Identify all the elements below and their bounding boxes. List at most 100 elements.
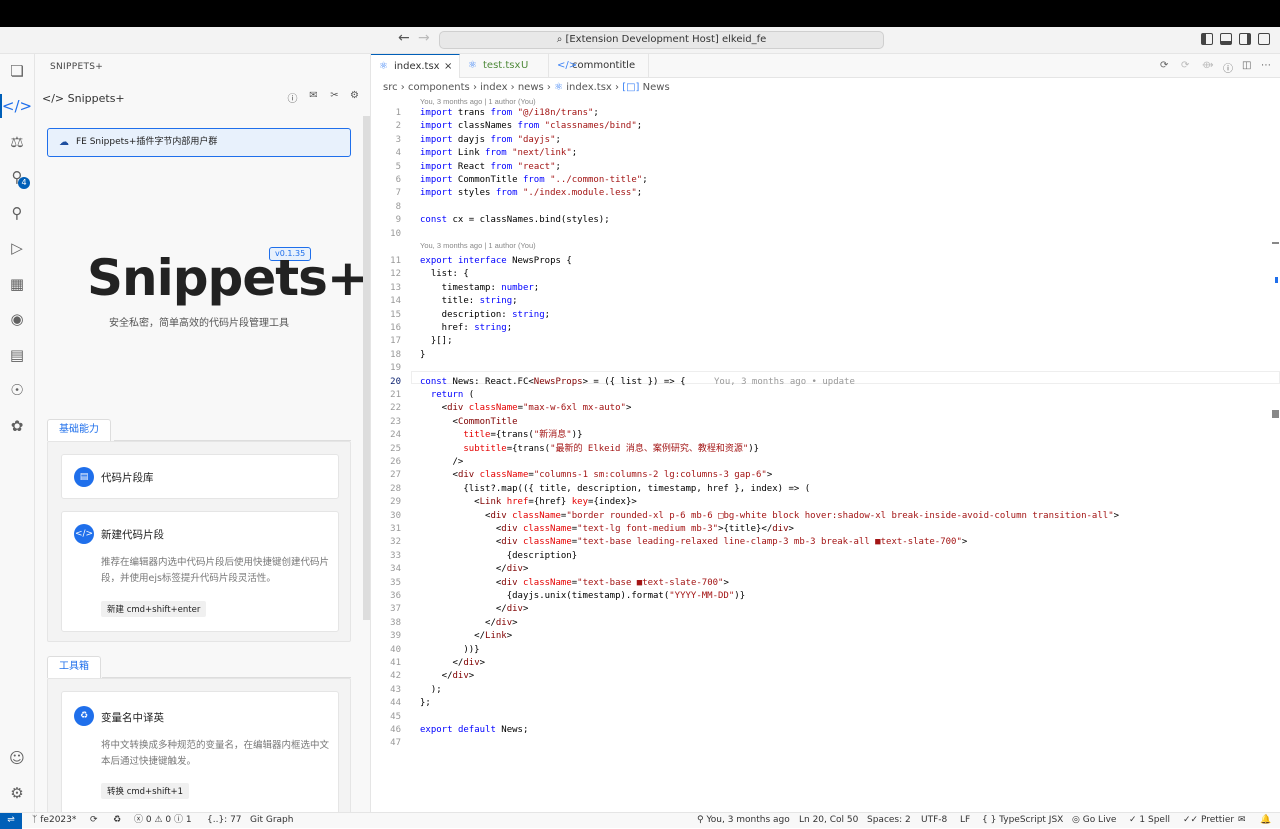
settings-gear-icon[interactable]: ⚙ [7,783,27,803]
breadcrumb-symbol[interactable]: News [643,82,670,93]
more-actions-icon[interactable]: ⋯ [1261,60,1271,71]
code-line[interactable]: 27 <div className="columns-1 sm:columns-… [371,469,1271,482]
git-compare-icon[interactable]: ♻ [113,813,121,828]
breadcrumb-components[interactable]: components [408,82,470,93]
code-line[interactable]: 23 <CommonTitle [371,416,1271,429]
git-graph-icon[interactable]: ☉ [7,380,27,400]
code-line[interactable]: 10 [371,228,1271,241]
code-line[interactable]: 24 title={trans("新消息")} [371,429,1271,442]
toggle-panel-icon[interactable] [1220,33,1232,45]
breadcrumb-file[interactable]: index.tsx [566,82,612,93]
indent-status[interactable]: Spaces: 2 [867,813,911,828]
json-status[interactable]: {..}: 77 [207,813,242,828]
code-line[interactable]: 47 [371,737,1271,750]
testing-icon[interactable]: ◉ [7,309,27,329]
code-line[interactable]: 7 import styles from "./index.module.less… [371,187,1271,200]
code-line[interactable]: 8 [371,201,1271,214]
code-line[interactable]: 45 [371,711,1271,724]
code-line[interactable]: 9 const cx = classNames.bind(styles); [371,214,1271,227]
go-live-status[interactable]: ◎ Go Live [1072,813,1116,828]
code-line[interactable]: 21 return ( [371,389,1271,402]
tab-index-tsx[interactable]: ⚛ index.tsx × [371,54,460,78]
code-line[interactable]: 11 export interface NewsProps { [371,255,1271,268]
open-changes-icon[interactable]: ⓘ [1223,60,1233,75]
breadcrumb-src[interactable]: src [383,82,398,93]
git-graph-status[interactable]: Git Graph [250,813,293,828]
user-group-banner[interactable]: ☁ FE Snippets+插件字节内部用户群 [47,128,351,157]
convert-button[interactable]: 转换 cmd+shift+1 [101,783,190,799]
code-line[interactable]: 17 }[]; [371,335,1271,348]
editor-scrollbar[interactable] [1271,97,1280,812]
eol-status[interactable]: LF [960,813,970,828]
codelens-blame[interactable]: You, 3 months ago | 1 author (You) [420,97,536,106]
forward-arrow-icon[interactable]: → [418,30,430,46]
code-line[interactable]: 28 {list?.map(({ title, description, tim… [371,483,1271,496]
code-line[interactable]: 5 import React from "react"; [371,161,1271,174]
extensions-icon[interactable]: ▦ [7,274,27,294]
new-snippet-card[interactable]: </> 新建代码片段 推荐在编辑器内选中代码片段后使用快捷键创建代码片段，并使用… [61,511,339,632]
code-line[interactable]: 4 import Link from "next/link"; [371,147,1271,160]
code-line[interactable]: 40 ))} [371,644,1271,657]
explorer-icon[interactable]: ❏ [7,61,27,81]
branch-status[interactable]: ᛉ fe2023* [32,813,76,828]
code-line[interactable]: 33 {description} [371,550,1271,563]
run-debug-icon[interactable]: ▷ [7,238,27,258]
code-line[interactable]: 46 export default News; [371,724,1271,737]
codelens-blame[interactable]: You, 3 months ago | 1 author (You) [420,241,536,250]
code-line[interactable]: 34 </div> [371,563,1271,576]
customize-layout-icon[interactable] [1258,33,1270,45]
toggle-sidebar-icon[interactable] [1201,33,1213,45]
split-editor-icon[interactable]: ◫ [1242,60,1251,71]
code-line[interactable]: 25 subtitle={trans("最新的 Elkeid 消息、案例研究、教… [371,443,1271,456]
encoding-status[interactable]: UTF-8 [921,813,947,828]
code-line[interactable]: 22 <div className="max-w-6xl mx-auto"> [371,402,1271,415]
code-line[interactable]: 20 const News: React.FC<NewsProps> = ({ l… [371,376,1271,389]
remote-indicator[interactable]: ⇌ [0,813,22,829]
variable-translate-card[interactable]: ♻ 变量名中译英 将中文转换成多种规范的变量名，在编辑器内框选中文本后通过快捷键… [61,691,339,812]
next-change-icon[interactable]: ⟴ [1202,60,1214,71]
tab-commontitle[interactable]: </> commontitle [549,54,649,78]
code-line[interactable]: 42 </div> [371,670,1271,683]
timeline-icon[interactable]: ⟳ [1160,60,1168,71]
code-line[interactable]: 37 </div> [371,603,1271,616]
language-status[interactable]: { } TypeScript JSX [982,813,1063,828]
breadcrumb-index[interactable]: index [480,82,507,93]
cursor-position[interactable]: Ln 20, Col 50 [799,813,858,828]
problems-status[interactable]: ⓧ 0 ⚠ 0 ⓘ 1 [134,813,192,828]
scissors-icon[interactable]: ✂ [328,90,341,103]
code-line[interactable]: 38 </div> [371,617,1271,630]
snippets-icon[interactable]: </> [2,96,32,116]
gitlens-icon[interactable]: ✿ [7,416,27,436]
docker-icon[interactable]: ⚖ [7,132,27,152]
tab-test-tsx[interactable]: ⚛ test.tsx U [460,54,549,78]
code-line[interactable]: 41 </div> [371,657,1271,670]
prettier-status[interactable]: ✓✓ Prettier [1183,813,1234,828]
view-title[interactable]: </> Snippets+ [42,92,125,105]
code-line[interactable]: 39 </Link> [371,630,1271,643]
breadcrumb-news[interactable]: news [518,82,544,93]
tab-toolbox[interactable]: 工具箱 [47,656,101,678]
code-line[interactable]: 26 /> [371,456,1271,469]
toggle-secondary-sidebar-icon[interactable] [1239,33,1251,45]
new-snippet-button[interactable]: 新建 cmd+shift+enter [101,601,207,617]
code-line[interactable]: 18} [371,349,1271,362]
code-line[interactable]: 1 import trans from "@/i18n/trans"; [371,107,1271,120]
blame-status[interactable]: ⚲ You, 3 months ago [697,813,790,828]
close-icon[interactable]: × [444,55,452,79]
settings-icon[interactable]: ⚙ [348,90,361,103]
remote-explorer-icon[interactable]: ▤ [7,345,27,365]
code-line[interactable]: 36 {dayjs.unix(timestamp).format("YYYY-M… [371,590,1271,603]
code-line[interactable]: 19 [371,362,1271,375]
code-line[interactable]: 15 description: string; [371,309,1271,322]
code-line[interactable]: 2 import classNames from "classnames/bind… [371,120,1271,133]
help-icon[interactable]: ⓘ [286,90,299,105]
code-line[interactable]: 3 import dayjs from "dayjs"; [371,134,1271,147]
code-line[interactable]: 44}; [371,697,1271,710]
code-line[interactable]: 30 <div className="border rounded-xl p-6… [371,510,1271,523]
code-line[interactable]: 29 <Link href={href} key={index}> [371,496,1271,509]
code-line[interactable]: 43 ); [371,684,1271,697]
scroll-thumb[interactable] [1272,410,1279,418]
code-line[interactable]: 35 <div className="text-base ■text-slate… [371,577,1271,590]
code-line[interactable]: 16 href: string; [371,322,1271,335]
code-editor[interactable]: You, 3 months ago | 1 author (You) 1 impo… [371,97,1280,812]
